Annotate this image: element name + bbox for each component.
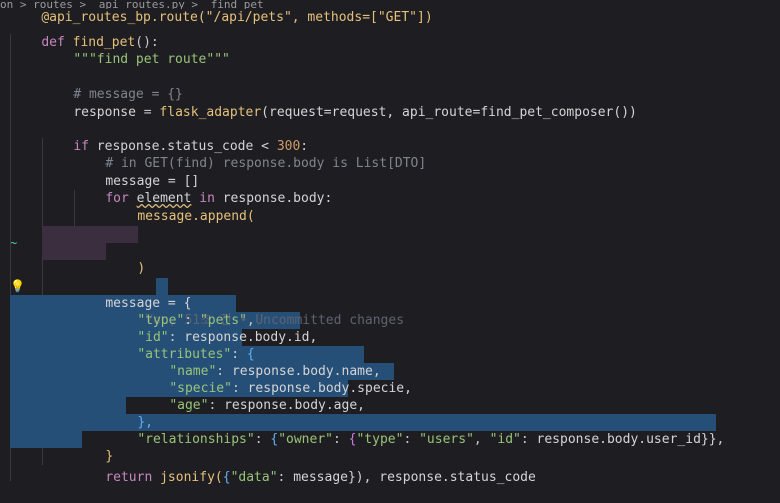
code-line: "relationships": {"owner": {"type": "use… <box>137 432 725 447</box>
code-line: "age": response.body.age, <box>169 398 365 413</box>
code-line: message.append( <box>106 191 254 224</box>
string: "relationships" <box>137 432 255 447</box>
selection <box>10 431 82 448</box>
code-line: }, <box>106 397 153 430</box>
keyword: return <box>105 470 153 485</box>
code-line: @api_routes_bp.route("/api/pets", method… <box>10 0 432 25</box>
code-text: response <box>73 105 136 120</box>
whitespace-highlight <box>42 226 138 243</box>
code-line: # message = {} <box>42 69 183 102</box>
code-line: "name": response.body.name, <box>169 364 381 379</box>
code-line: "type": "pets", <box>137 313 255 328</box>
code-line: for element in response.body: <box>74 173 332 206</box>
code-line: """find pet route""" <box>42 34 230 67</box>
code-text: message}), response.status_code <box>293 470 536 485</box>
string: "id" <box>489 432 521 447</box>
code-line: return jsonify({"data": message}), respo… <box>105 470 536 485</box>
code-editor[interactable]: @api_routes_bp.route("/api/pets", method… <box>10 0 780 485</box>
function-call: flask_adapter <box>159 105 262 120</box>
string: "type" <box>356 432 404 447</box>
code-text: (request=request, api_route=find_pet_com… <box>261 105 637 120</box>
function-call: message.append( <box>137 209 255 224</box>
code-line: if response.status_code < 300: <box>42 121 308 154</box>
code-line: "specie": response.body.specie, <box>169 381 412 396</box>
code-line: def find_pet(): <box>10 17 158 50</box>
code-line: } <box>74 431 113 464</box>
code-line: response = flask_adapter(request=request… <box>42 87 637 120</box>
string: "users" <box>419 432 474 447</box>
code-text: response.body.age, <box>224 398 365 413</box>
code-text: response.body.user_id}}, <box>536 432 725 447</box>
code-line: "attributes": { <box>137 347 255 362</box>
whitespace-highlight <box>42 243 106 260</box>
string: "data" <box>230 470 278 485</box>
code-line: message = { You, 51초 전 • Uncommitted cha… <box>74 278 404 328</box>
code-line: "id": response.body.id, <box>137 330 318 345</box>
docstring: """find pet route""" <box>73 52 230 67</box>
code-line: message = [] <box>74 156 199 189</box>
string: "age" <box>169 398 209 413</box>
function-call: jsonify <box>160 470 215 485</box>
code-line: ) <box>106 243 145 276</box>
code-line: # in GET(find) response.body is List[DTO… <box>74 138 426 171</box>
string: "owner" <box>278 432 333 447</box>
operator: = <box>135 105 160 120</box>
code-text: ) <box>137 261 146 276</box>
